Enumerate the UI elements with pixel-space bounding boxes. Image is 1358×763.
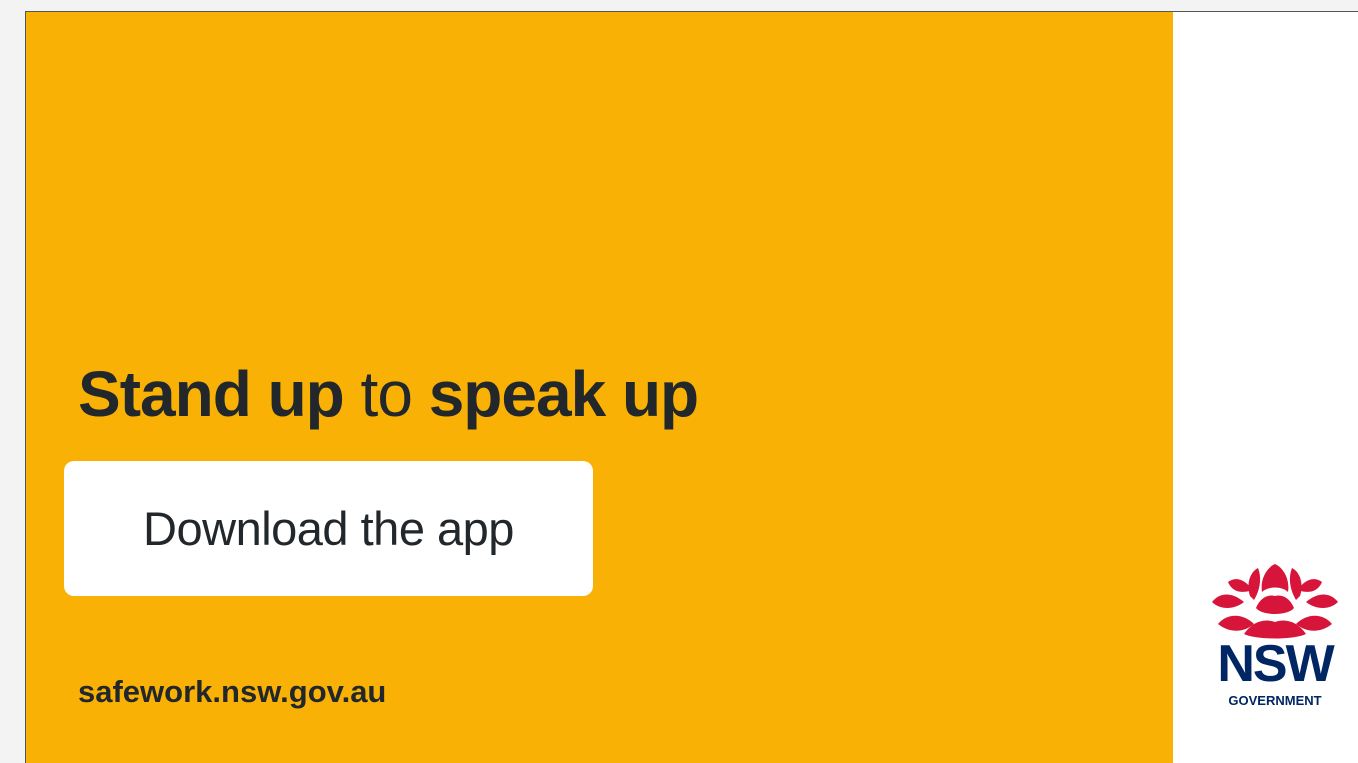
website-link[interactable]: safework.nsw.gov.au xyxy=(78,674,386,710)
waratah-petal xyxy=(1256,595,1294,614)
nsw-government-logo[interactable]: NSW GOVERNMENT xyxy=(1204,562,1346,712)
logo-nsw-text: NSW xyxy=(1217,635,1334,693)
waratah-icon xyxy=(1212,564,1338,639)
page-canvas: Stand up to speak up Download the app sa… xyxy=(0,0,1358,763)
waratah-petal xyxy=(1212,594,1244,608)
headline-speak-up: speak up xyxy=(428,358,699,430)
waratah-petal xyxy=(1228,579,1252,592)
waratah-petal xyxy=(1298,579,1322,592)
headline: Stand up to speak up xyxy=(78,356,699,432)
waratah-petal xyxy=(1261,564,1289,592)
waratah-petal xyxy=(1248,568,1261,600)
headline-stand-up: Stand up xyxy=(78,358,345,430)
logo-government-text: GOVERNMENT xyxy=(1228,693,1322,708)
waratah-petal xyxy=(1306,594,1338,608)
headline-to: to xyxy=(343,358,429,430)
ad-banner[interactable]: Stand up to speak up Download the app sa… xyxy=(25,11,1358,763)
download-app-button[interactable]: Download the app xyxy=(64,461,593,596)
download-app-label: Download the app xyxy=(143,502,514,555)
yellow-panel: Stand up to speak up Download the app sa… xyxy=(26,12,1173,763)
waratah-petal xyxy=(1289,568,1302,600)
